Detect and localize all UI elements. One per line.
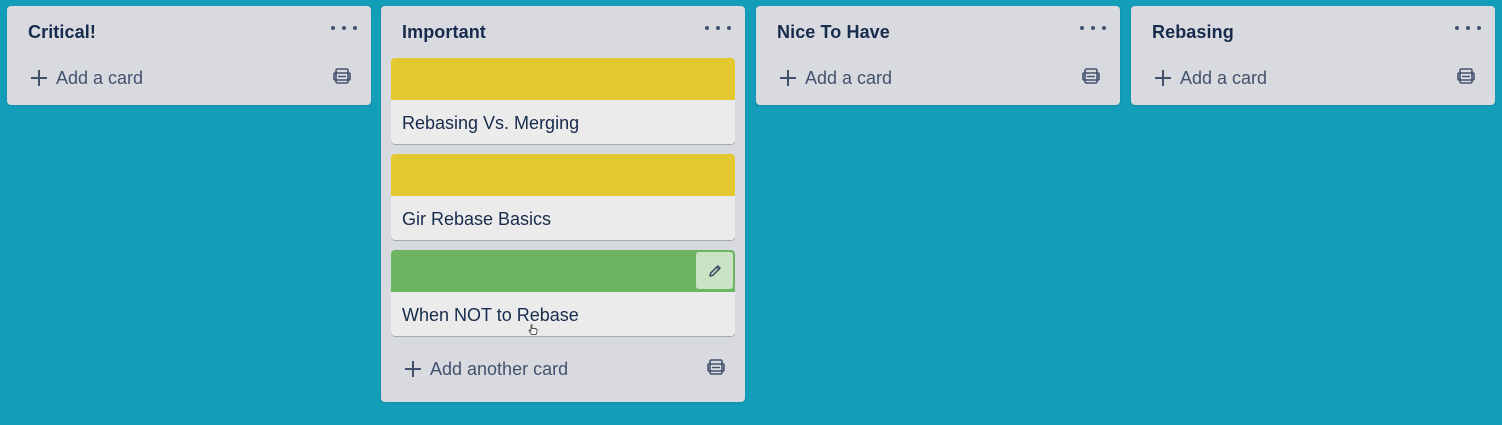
add-card-label: Add a card	[1180, 67, 1268, 88]
list-header: Important	[381, 6, 745, 58]
card-edit-button[interactable]	[696, 252, 733, 289]
plus-icon	[31, 70, 47, 86]
add-card-label: Add another card	[430, 358, 569, 379]
plus-icon	[780, 70, 796, 86]
add-card-row: Add a card	[1131, 58, 1495, 105]
add-card-label: Add a card	[56, 67, 144, 88]
more-horizontal-icon[interactable]	[1080, 20, 1106, 36]
plus-icon	[1155, 70, 1171, 86]
card-template-icon[interactable]	[1457, 67, 1475, 85]
list-header: Rebasing	[1131, 6, 1495, 58]
card-rebasing-vs-merging[interactable]: Rebasing Vs. Merging	[391, 58, 735, 144]
card-template-icon[interactable]	[333, 67, 351, 85]
card-template-icon[interactable]	[707, 358, 725, 376]
card-gir-rebase-basics[interactable]: Gir Rebase Basics	[391, 154, 735, 240]
list-header: Nice To Have	[756, 6, 1120, 58]
list-title[interactable]: Rebasing	[1152, 22, 1234, 43]
list-title[interactable]: Nice To Have	[777, 22, 890, 43]
list-nice-to-have: Nice To Have Add a card	[756, 6, 1120, 105]
more-horizontal-icon[interactable]	[1455, 20, 1481, 36]
list-title[interactable]: Critical!	[28, 22, 96, 43]
list-rebasing: Rebasing Add a card	[1131, 6, 1495, 105]
card-when-not-to-rebase[interactable]: When NOT to Rebase	[391, 250, 735, 336]
hand-pointer-icon	[528, 324, 538, 335]
list-critical: Critical! Add a card	[7, 6, 371, 105]
add-card-button[interactable]: Add a card	[1155, 62, 1267, 94]
list-important: Important Rebasing Vs. Merging Gir Rebas…	[381, 6, 745, 402]
add-card-button[interactable]: Add a card	[31, 62, 143, 94]
card-template-icon[interactable]	[1082, 67, 1100, 85]
card-cover	[391, 250, 735, 292]
add-card-button[interactable]: Add a card	[780, 62, 892, 94]
more-horizontal-icon[interactable]	[705, 20, 731, 36]
list-header: Critical!	[7, 6, 371, 58]
card-title: Gir Rebase Basics	[402, 209, 552, 229]
list-title[interactable]: Important	[402, 22, 486, 43]
add-card-row: Add another card	[381, 346, 745, 402]
add-card-row: Add a card	[756, 58, 1120, 105]
plus-icon	[405, 361, 421, 377]
board: Critical! Add a card Important Rebasing …	[0, 0, 1502, 425]
add-card-row: Add a card	[7, 58, 371, 105]
add-card-label: Add a card	[805, 67, 893, 88]
card-title: Rebasing Vs. Merging	[402, 113, 580, 133]
card-title: When NOT to Rebase	[402, 305, 579, 325]
card-cover	[391, 154, 735, 196]
pencil-icon	[708, 264, 721, 277]
card-list: Rebasing Vs. Merging Gir Rebase Basics W…	[381, 58, 745, 336]
add-card-button[interactable]: Add another card	[405, 353, 568, 385]
more-horizontal-icon[interactable]	[331, 20, 357, 36]
card-cover	[391, 58, 735, 100]
